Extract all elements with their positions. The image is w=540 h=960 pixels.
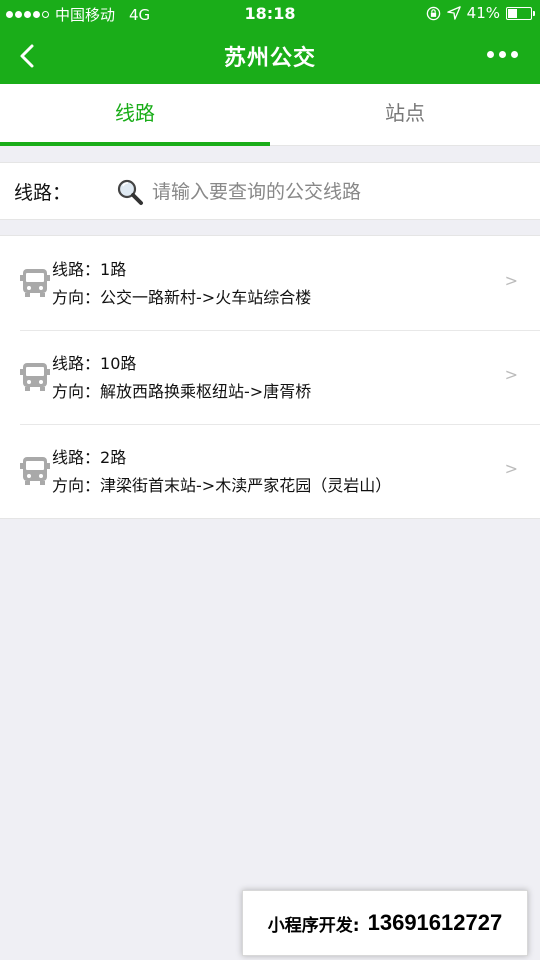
route-text: 线路：10路 方向：解放西路换乘枢纽站->唐胥桥 (52, 350, 311, 406)
status-right: 41% (426, 4, 535, 22)
location-icon (446, 6, 461, 20)
search-input[interactable] (152, 173, 522, 211)
route-item[interactable]: 线路：2路 方向：津梁街首末站->木渎严家花园（灵岩山） > (0, 424, 540, 518)
direction-label: 方向： (52, 382, 101, 401)
bus-icon (20, 269, 50, 297)
line-name: 10路 (100, 354, 137, 373)
search-label: 线路： (14, 182, 72, 204)
chevron-right-icon: > (504, 365, 518, 384)
page-title: 苏州公交 (223, 46, 316, 71)
nav-bar: 苏州公交 (0, 28, 540, 84)
banner-phone: 13691612727 (367, 910, 503, 935)
more-menu-icon[interactable] (487, 51, 518, 58)
direction-text: 解放西路换乘枢纽站->唐胥桥 (100, 382, 312, 401)
search-icon (117, 179, 143, 205)
route-list: 线路：1路 方向：公交一路新村->火车站综合楼 > 线路：10路 方向：解放西路… (0, 235, 540, 519)
tab-stations[interactable]: 站点 (270, 84, 540, 145)
line-label: 线路： (52, 448, 101, 467)
route-item[interactable]: 线路：1路 方向：公交一路新村->火车站综合楼 > (0, 236, 540, 330)
chevron-right-icon: > (504, 459, 518, 478)
route-item[interactable]: 线路：10路 方向：解放西路换乘枢纽站->唐胥桥 > (0, 330, 540, 424)
line-label: 线路： (52, 354, 101, 373)
developer-contact-banner: 小程序开发: 13691612727 (242, 890, 528, 956)
bus-icon (20, 363, 50, 391)
direction-text: 公交一路新村->火车站综合楼 (100, 288, 312, 307)
bus-icon (20, 457, 50, 485)
line-name: 1路 (100, 260, 127, 279)
tab-bar: 线路 站点 (0, 84, 540, 146)
line-label: 线路： (52, 260, 101, 279)
battery-icon (506, 6, 535, 20)
rotation-lock-icon (426, 6, 440, 20)
direction-label: 方向： (52, 476, 101, 495)
battery-percent: 41% (466, 4, 500, 22)
tab-lines[interactable]: 线路 (0, 84, 270, 146)
search-row: 线路： (0, 162, 540, 220)
banner-label: 小程序开发: (267, 915, 360, 936)
status-bar: 中国移动 4G 18:18 41% (0, 0, 540, 28)
direction-text: 津梁街首末站->木渎严家花园（灵岩山） (100, 476, 392, 495)
route-text: 线路：1路 方向：公交一路新村->火车站综合楼 (52, 256, 311, 312)
route-text: 线路：2路 方向：津梁街首末站->木渎严家花园（灵岩山） (52, 444, 391, 500)
line-name: 2路 (100, 448, 127, 467)
direction-label: 方向： (52, 288, 101, 307)
chevron-right-icon: > (504, 271, 518, 290)
